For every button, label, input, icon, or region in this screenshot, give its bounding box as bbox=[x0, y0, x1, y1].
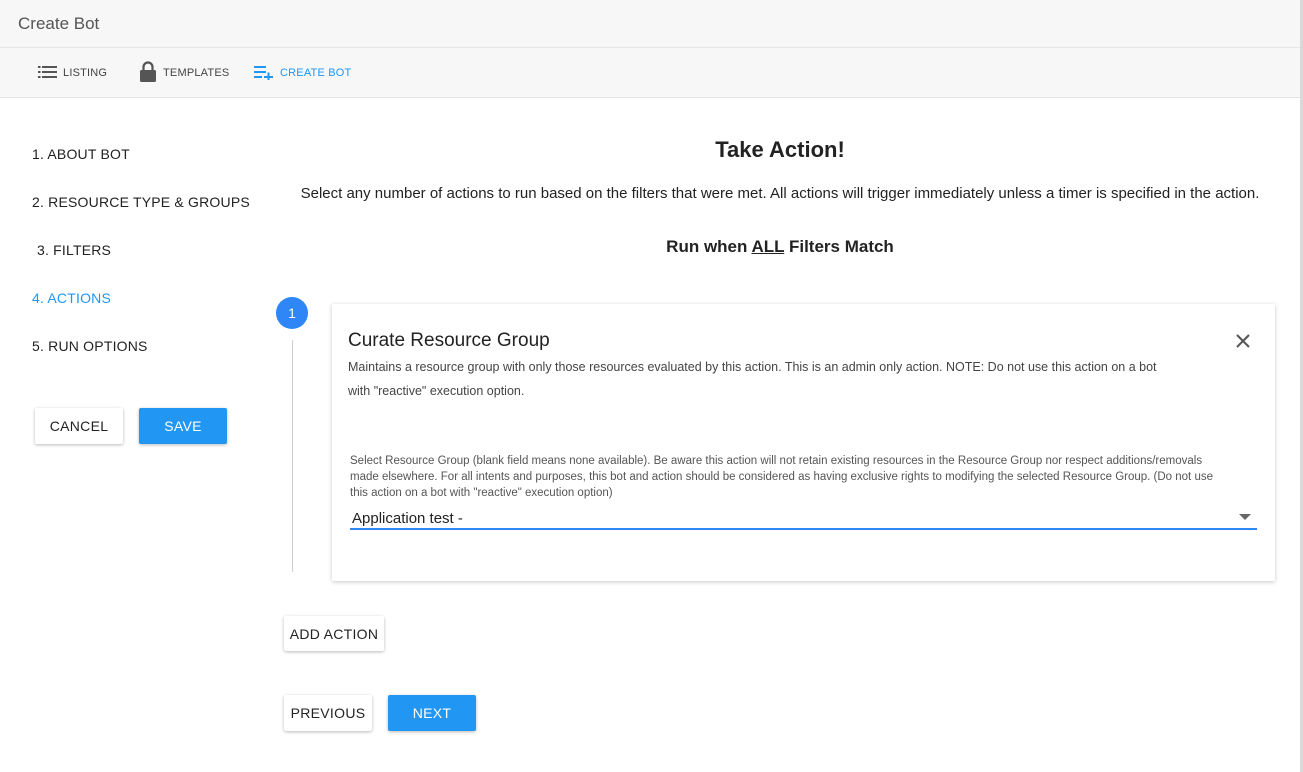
step-run-options[interactable]: 5. RUN OPTIONS bbox=[32, 338, 148, 354]
run-condition-prefix: Run when bbox=[666, 237, 752, 256]
nav-templates[interactable]: TEMPLATES bbox=[139, 48, 229, 98]
step-filters[interactable]: 3. FILTERS bbox=[37, 242, 111, 258]
action-description: Maintains a resource group with only tho… bbox=[348, 360, 1157, 398]
step-about-bot[interactable]: 1. ABOUT BOT bbox=[32, 146, 130, 162]
run-condition-all: ALL bbox=[751, 237, 785, 256]
step-resource-type-groups[interactable]: 2. RESOURCE TYPE & GROUPS bbox=[32, 194, 250, 210]
previous-button[interactable]: PREVIOUS bbox=[284, 695, 372, 731]
window-titlebar: Create Bot bbox=[0, 0, 1303, 48]
nav-listing[interactable]: LISTING bbox=[38, 48, 107, 98]
nav-create-bot[interactable]: CREATE BOT bbox=[254, 48, 351, 98]
action-connector-line bbox=[292, 340, 293, 572]
page-description: Select any number of actions to run base… bbox=[300, 185, 1260, 202]
lock-icon bbox=[139, 61, 157, 85]
close-icon[interactable] bbox=[1233, 331, 1253, 351]
resource-group-select[interactable]: Application test - bbox=[350, 506, 1257, 530]
chevron-down-icon bbox=[1239, 514, 1251, 520]
nav-templates-label: TEMPLATES bbox=[163, 67, 230, 79]
action-title: Curate Resource Group bbox=[348, 330, 550, 351]
resource-group-field-label: Select Resource Group (blank field means… bbox=[350, 455, 1213, 499]
add-action-button[interactable]: ADD ACTION bbox=[284, 616, 384, 651]
top-nav: LISTING TEMPLATES CREATE BOT bbox=[0, 48, 1303, 98]
cancel-button[interactable]: CANCEL bbox=[35, 408, 123, 444]
run-condition: Run when ALL Filters Match bbox=[260, 237, 1300, 257]
nav-create-bot-label: CREATE BOT bbox=[280, 67, 352, 79]
playlist-add-icon bbox=[254, 64, 274, 83]
step-actions[interactable]: 4. ACTIONS bbox=[32, 290, 111, 306]
run-condition-suffix: Filters Match bbox=[784, 237, 894, 256]
list-icon bbox=[38, 65, 57, 82]
next-button[interactable]: NEXT bbox=[388, 695, 476, 731]
window-title: Create Bot bbox=[18, 14, 100, 33]
action-card: Curate Resource Group Maintains a resour… bbox=[332, 304, 1275, 581]
action-number-badge: 1 bbox=[276, 297, 308, 329]
resource-group-selected-value: Application test - bbox=[352, 510, 463, 527]
nav-listing-label: LISTING bbox=[63, 67, 108, 79]
save-button[interactable]: SAVE bbox=[139, 408, 227, 444]
page-title: Take Action! bbox=[715, 137, 845, 162]
